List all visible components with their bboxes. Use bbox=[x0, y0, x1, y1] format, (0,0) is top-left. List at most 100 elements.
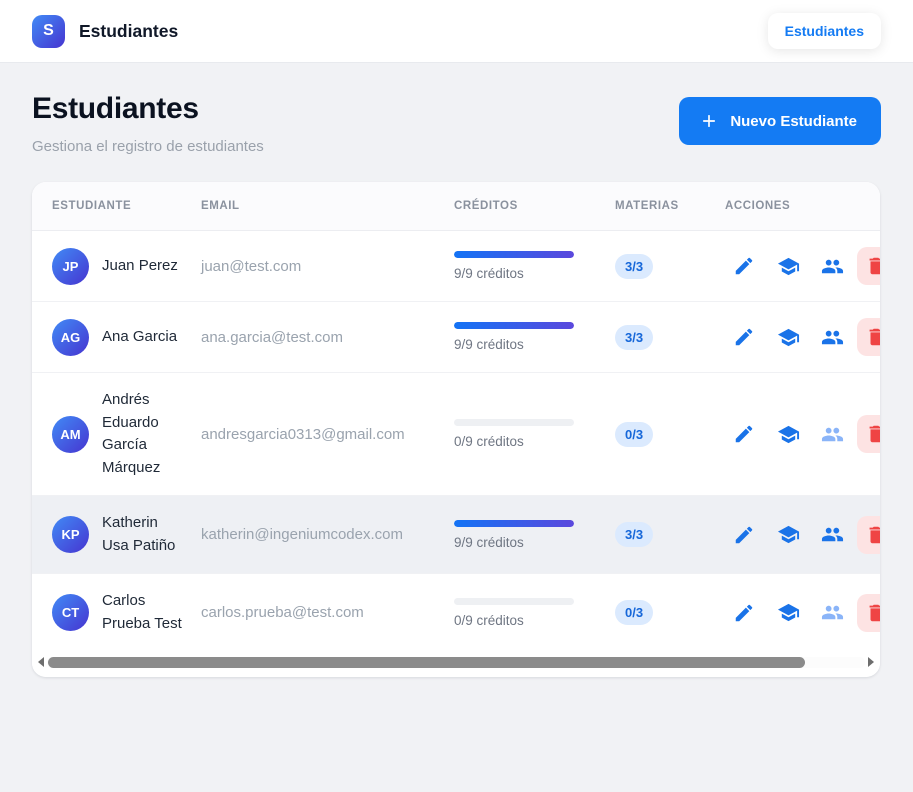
horizontal-scrollbar[interactable] bbox=[32, 651, 880, 677]
avatar: KP bbox=[52, 516, 89, 553]
main-content: Estudiantes Gestiona el registro de estu… bbox=[0, 63, 913, 677]
delete-button[interactable] bbox=[857, 516, 880, 554]
school-icon bbox=[777, 601, 800, 624]
credits-progressbar bbox=[454, 419, 574, 426]
group-icon bbox=[821, 423, 844, 446]
email-cell: andresgarcia0313@gmail.com bbox=[201, 426, 454, 443]
app-logo[interactable]: S bbox=[32, 15, 65, 48]
edit-button[interactable] bbox=[725, 415, 763, 453]
table-row: CT Carlos Prueba Test carlos.prueba@test… bbox=[32, 574, 880, 651]
chevron-left-icon[interactable] bbox=[38, 657, 44, 667]
trash-icon bbox=[865, 423, 880, 445]
actions-cell bbox=[720, 247, 880, 285]
credits-progressbar bbox=[454, 598, 574, 605]
table-row: JP Juan Perez juan@test.com 9/9 créditos… bbox=[32, 231, 880, 302]
plus-icon bbox=[699, 111, 719, 131]
groups-button[interactable] bbox=[813, 594, 851, 632]
credits-cell: 0/9 créditos bbox=[454, 598, 613, 628]
navbar-brand: S Estudiantes bbox=[32, 15, 178, 48]
students-table-card: Estudiante Email Créditos Materias Accio… bbox=[32, 182, 880, 677]
materias-badge: 0/3 bbox=[615, 600, 653, 625]
avatar: AM bbox=[52, 416, 89, 453]
credits-cell: 9/9 créditos bbox=[454, 322, 613, 352]
avatar-initials: KP bbox=[61, 527, 79, 542]
student-email: carlos.prueba@test.com bbox=[201, 604, 364, 621]
edit-button[interactable] bbox=[725, 247, 763, 285]
actions-cell bbox=[720, 594, 880, 632]
delete-button[interactable] bbox=[857, 594, 880, 632]
credits-cell: 9/9 créditos bbox=[454, 520, 613, 550]
scrollbar-track[interactable] bbox=[47, 657, 865, 668]
group-icon bbox=[821, 601, 844, 624]
trash-icon bbox=[865, 255, 880, 277]
credits-progress-fill bbox=[454, 251, 574, 258]
subjects-button[interactable] bbox=[769, 415, 807, 453]
avatar: AG bbox=[52, 319, 89, 356]
group-icon bbox=[821, 326, 844, 349]
edit-button[interactable] bbox=[725, 594, 763, 632]
credits-cell: 9/9 créditos bbox=[454, 251, 613, 281]
subjects-button[interactable] bbox=[769, 318, 807, 356]
student-cell: AM Andrés Eduardo García Márquez bbox=[32, 389, 201, 479]
logo-letter: S bbox=[43, 22, 54, 40]
student-email: juan@test.com bbox=[201, 258, 301, 275]
delete-button[interactable] bbox=[857, 247, 880, 285]
table-row: KP Katherin Usa Patiño katherin@ingenium… bbox=[32, 496, 880, 574]
column-header-estudiante: Estudiante bbox=[32, 200, 201, 212]
avatar-initials: JP bbox=[63, 259, 79, 274]
delete-button[interactable] bbox=[857, 318, 880, 356]
edit-button[interactable] bbox=[725, 516, 763, 554]
chevron-right-icon[interactable] bbox=[868, 657, 874, 667]
credits-progressbar bbox=[454, 520, 574, 527]
nav-link-estudiantes[interactable]: Estudiantes bbox=[768, 13, 881, 49]
page-subtitle: Gestiona el registro de estudiantes bbox=[32, 138, 264, 155]
subjects-button[interactable] bbox=[769, 247, 807, 285]
avatar-initials: AM bbox=[60, 427, 80, 442]
student-cell: KP Katherin Usa Patiño bbox=[32, 512, 201, 557]
email-cell: ana.garcia@test.com bbox=[201, 329, 454, 346]
school-icon bbox=[777, 423, 800, 446]
subjects-button[interactable] bbox=[769, 516, 807, 554]
groups-button[interactable] bbox=[813, 318, 851, 356]
actions-cell bbox=[720, 516, 880, 554]
trash-icon bbox=[865, 326, 880, 348]
group-icon bbox=[821, 255, 844, 278]
delete-button[interactable] bbox=[857, 415, 880, 453]
edit-button[interactable] bbox=[725, 318, 763, 356]
app-title: Estudiantes bbox=[79, 21, 178, 42]
groups-button[interactable] bbox=[813, 415, 851, 453]
avatar-initials: CT bbox=[62, 605, 79, 620]
materias-badge: 3/3 bbox=[615, 254, 653, 279]
credits-label: 0/9 créditos bbox=[454, 434, 613, 449]
student-cell: JP Juan Perez bbox=[32, 248, 201, 285]
student-email: ana.garcia@test.com bbox=[201, 329, 343, 346]
school-icon bbox=[777, 255, 800, 278]
student-name: Carlos Prueba Test bbox=[102, 590, 186, 635]
column-header-acciones: Acciones bbox=[720, 200, 880, 212]
student-email: katherin@ingeniumcodex.com bbox=[201, 526, 403, 543]
new-student-button[interactable]: Nuevo Estudiante bbox=[679, 97, 881, 145]
materias-cell: 3/3 bbox=[613, 254, 720, 279]
top-navbar: S Estudiantes Estudiantes bbox=[0, 0, 913, 63]
pencil-icon bbox=[733, 423, 755, 445]
scrollbar-thumb[interactable] bbox=[48, 657, 805, 668]
groups-button[interactable] bbox=[813, 247, 851, 285]
trash-icon bbox=[865, 602, 880, 624]
page-title: Estudiantes bbox=[32, 92, 264, 126]
student-cell: AG Ana Garcia bbox=[32, 319, 201, 356]
materias-cell: 0/3 bbox=[613, 600, 720, 625]
table-body: JP Juan Perez juan@test.com 9/9 créditos… bbox=[32, 231, 880, 651]
avatar: CT bbox=[52, 594, 89, 631]
trash-icon bbox=[865, 524, 880, 546]
materias-cell: 3/3 bbox=[613, 325, 720, 350]
student-name: Ana Garcia bbox=[102, 326, 186, 349]
column-header-creditos: Créditos bbox=[454, 200, 613, 212]
subjects-button[interactable] bbox=[769, 594, 807, 632]
groups-button[interactable] bbox=[813, 516, 851, 554]
column-header-email: Email bbox=[201, 200, 454, 212]
credits-progress-fill bbox=[454, 520, 574, 527]
student-name: Juan Perez bbox=[102, 255, 186, 278]
credits-cell: 0/9 créditos bbox=[454, 419, 613, 449]
school-icon bbox=[777, 326, 800, 349]
new-student-button-label: Nuevo Estudiante bbox=[730, 113, 857, 130]
